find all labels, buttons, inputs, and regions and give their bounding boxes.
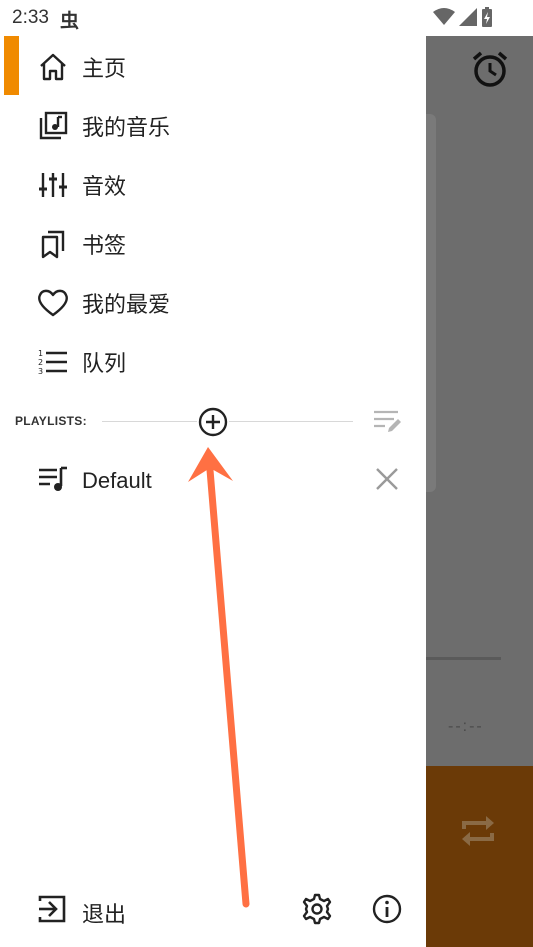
playlists-title: PLAYLISTS: [15, 414, 87, 428]
repeat-icon[interactable] [456, 811, 500, 851]
seek-bar[interactable] [426, 657, 501, 660]
drawer-footer: 退出 [0, 884, 426, 936]
heart-icon [37, 287, 69, 319]
divider [229, 421, 353, 422]
nav-item-label: 主页 [82, 56, 127, 81]
nav-item-label: 队列 [82, 351, 127, 376]
content-card [426, 114, 436, 492]
nav-item-label: 我的音乐 [82, 115, 171, 140]
navigation-drawer: 主页 我的音乐 音效 书签 我的最爱 123 队列 PLAYLISTS: Def… [0, 36, 426, 947]
queue-list-icon: 123 [37, 346, 69, 378]
settings-gear-icon[interactable] [301, 893, 333, 925]
divider [102, 421, 197, 422]
info-icon[interactable] [371, 893, 403, 925]
time-display: --:-- [448, 718, 484, 735]
equalizer-icon [37, 169, 69, 201]
nav-item-label: 我的最爱 [82, 292, 171, 317]
background-player: --:-- [426, 36, 533, 947]
nav-item-bookmarks[interactable]: 书签 [0, 216, 426, 272]
home-icon [37, 51, 69, 83]
music-library-icon [37, 110, 69, 142]
playlist-item-label: Default [82, 468, 152, 493]
nav-item-my-music[interactable]: 我的音乐 [0, 98, 426, 154]
status-time: 2:33 [12, 7, 49, 28]
nav-item-home[interactable]: 主页 [0, 39, 426, 95]
battery-icon [482, 7, 492, 27]
nav-item-label: 音效 [82, 174, 127, 199]
alarm-clock-icon[interactable] [470, 49, 510, 89]
wifi-icon [433, 8, 455, 25]
playlist-item-default[interactable]: Default [0, 452, 426, 508]
svg-text:3: 3 [38, 367, 43, 376]
svg-text:1: 1 [38, 349, 43, 358]
status-icons [433, 7, 493, 27]
bookmark-icon [37, 228, 69, 260]
edit-playlists-icon[interactable] [372, 408, 402, 434]
add-playlist-icon[interactable] [197, 406, 229, 438]
player-controls-panel [426, 766, 533, 947]
exit-label[interactable]: 退出 [82, 897, 126, 929]
nav-item-sound-effects[interactable]: 音效 [0, 157, 426, 213]
nav-item-label: 书签 [82, 233, 127, 258]
nav-item-favorites[interactable]: 我的最爱 [0, 275, 426, 331]
playlist-icon [39, 466, 67, 491]
nav-item-queue[interactable]: 123 队列 [0, 334, 426, 390]
playlists-header: PLAYLISTS: [0, 403, 426, 439]
signal-icon [459, 8, 477, 26]
exit-icon[interactable] [37, 894, 67, 924]
app-notification-icon: 虫 [60, 11, 80, 32]
svg-text:2: 2 [38, 358, 43, 367]
close-icon[interactable] [373, 465, 401, 493]
status-bar: 2:33 虫 [0, 0, 533, 36]
